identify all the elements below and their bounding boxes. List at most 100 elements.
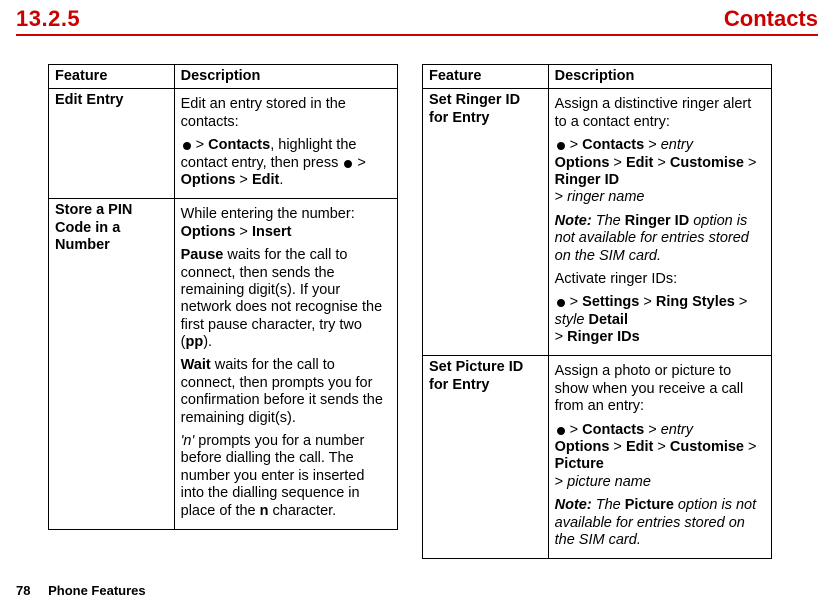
body-text: > Settings > Ring Styles > style Detail …: [555, 294, 765, 346]
col-header-description: Description: [174, 65, 397, 89]
col-header-feature: Feature: [423, 65, 549, 89]
right-column: Feature Description Set Ringer ID for En…: [422, 64, 772, 559]
body-text: Pause waits for the call to connect, the…: [181, 247, 391, 351]
page-header: 13.2.5 Contacts: [0, 0, 834, 34]
text: The: [592, 213, 625, 229]
text: >: [555, 329, 568, 345]
table-row: Set Picture ID for Entry Assign a photo …: [423, 356, 772, 559]
text: >: [609, 439, 626, 455]
description-cell: Assign a distinctive ringer alert to a c…: [548, 89, 771, 356]
menu-key-icon: [557, 427, 565, 435]
section-title: Contacts: [724, 6, 818, 32]
variable-text: 'n': [181, 433, 195, 449]
text: >: [235, 172, 252, 188]
text: ).: [203, 334, 212, 350]
text: >: [744, 439, 757, 455]
menu-key-icon: [344, 160, 352, 168]
note-text: Note: The Picture option is not availabl…: [555, 497, 765, 549]
table-row: Edit Entry Edit an entry stored in the c…: [49, 89, 398, 199]
ui-label: Customise: [670, 155, 744, 171]
ui-label: Detail: [588, 312, 628, 328]
ui-label: Options: [555, 439, 610, 455]
feature-cell: Edit Entry: [49, 89, 175, 199]
ui-label: Contacts: [582, 137, 644, 153]
ui-label: Settings: [582, 294, 639, 310]
menu-key-icon: [557, 142, 565, 150]
description-cell: Assign a photo or picture to show when y…: [548, 356, 771, 559]
ui-label: Options: [555, 155, 610, 171]
body-text: Edit an entry stored in the contacts:: [181, 96, 391, 131]
table-row: Set Ringer ID for Entry Assign a distinc…: [423, 89, 772, 356]
text: >: [566, 294, 583, 310]
text: >: [653, 439, 670, 455]
text: >: [735, 294, 748, 310]
feature-cell: Set Ringer ID for Entry: [423, 89, 549, 356]
text: >: [644, 137, 661, 153]
col-header-feature: Feature: [49, 65, 175, 89]
text: >: [653, 155, 670, 171]
text: >: [644, 422, 661, 438]
ui-label: Picture: [625, 497, 674, 513]
text: While entering the number:: [181, 206, 355, 222]
variable-text: picture name: [567, 474, 651, 490]
ui-label: Customise: [670, 439, 744, 455]
ui-label: Picture: [555, 456, 604, 472]
text: >: [353, 155, 366, 171]
page-footer: 78 Phone Features: [16, 583, 146, 598]
note-label: Note:: [555, 213, 592, 229]
table-header-row: Feature Description: [49, 65, 398, 89]
variable-text: entry: [661, 422, 693, 438]
variable-text: ringer name: [567, 189, 644, 205]
footer-label: Phone Features: [48, 583, 146, 598]
page-number: 78: [16, 583, 30, 598]
ui-label: Contacts: [208, 137, 270, 153]
description-cell: Edit an entry stored in the contacts: > …: [174, 89, 397, 199]
body-text: Assign a photo or picture to show when y…: [555, 363, 765, 415]
body-text: Wait waits for the call to connect, then…: [181, 357, 391, 427]
ui-label: Options: [181, 224, 236, 240]
text: .: [279, 172, 283, 188]
body-text: Assign a distinctive ringer alert to a c…: [555, 96, 765, 131]
text: >: [566, 137, 583, 153]
ui-label: Edit: [626, 155, 653, 171]
ui-label: Edit: [626, 439, 653, 455]
ui-label: Wait: [181, 357, 211, 373]
table-header-row: Feature Description: [423, 65, 772, 89]
text: >: [555, 189, 568, 205]
note-text: Note: The Ringer ID option is not availa…: [555, 213, 765, 265]
body-text: While entering the number: Options > Ins…: [181, 206, 391, 241]
ui-label: Insert: [252, 224, 292, 240]
text: character.: [268, 503, 336, 519]
body-text: > Contacts, highlight the contact entry,…: [181, 137, 391, 189]
content-columns: Feature Description Edit Entry Edit an e…: [0, 64, 834, 559]
text: >: [566, 422, 583, 438]
ui-label: Ringer ID: [555, 172, 619, 188]
ui-label: Pause: [181, 247, 224, 263]
text: >: [744, 155, 757, 171]
variable-text: style: [555, 312, 585, 328]
section-number: 13.2.5: [16, 6, 80, 32]
right-table: Feature Description Set Ringer ID for En…: [422, 64, 772, 559]
variable-text: entry: [661, 137, 693, 153]
text: >: [639, 294, 656, 310]
text: >: [235, 224, 252, 240]
text: >: [609, 155, 626, 171]
text: >: [555, 474, 568, 490]
body-text: > Contacts > entry Options > Edit > Cust…: [555, 422, 765, 492]
ui-label: Contacts: [582, 422, 644, 438]
header-rule: [16, 34, 818, 36]
ui-label: Edit: [252, 172, 279, 188]
ui-label: Options: [181, 172, 236, 188]
note-label: Note:: [555, 497, 592, 513]
text: >: [192, 137, 209, 153]
menu-key-icon: [557, 299, 565, 307]
feature-cell: Set Picture ID for Entry: [423, 356, 549, 559]
body-text: 'n' prompts you for a number before dial…: [181, 433, 391, 520]
menu-key-icon: [183, 142, 191, 150]
ui-label: Ringer IDs: [567, 329, 640, 345]
left-column: Feature Description Edit Entry Edit an e…: [48, 64, 398, 559]
table-row: Store a PIN Code in a Number While enter…: [49, 199, 398, 530]
ui-label: Ringer ID: [625, 213, 689, 229]
body-text: > Contacts > entry Options > Edit > Cust…: [555, 137, 765, 207]
text: waits for the call to connect, then prom…: [181, 357, 383, 425]
